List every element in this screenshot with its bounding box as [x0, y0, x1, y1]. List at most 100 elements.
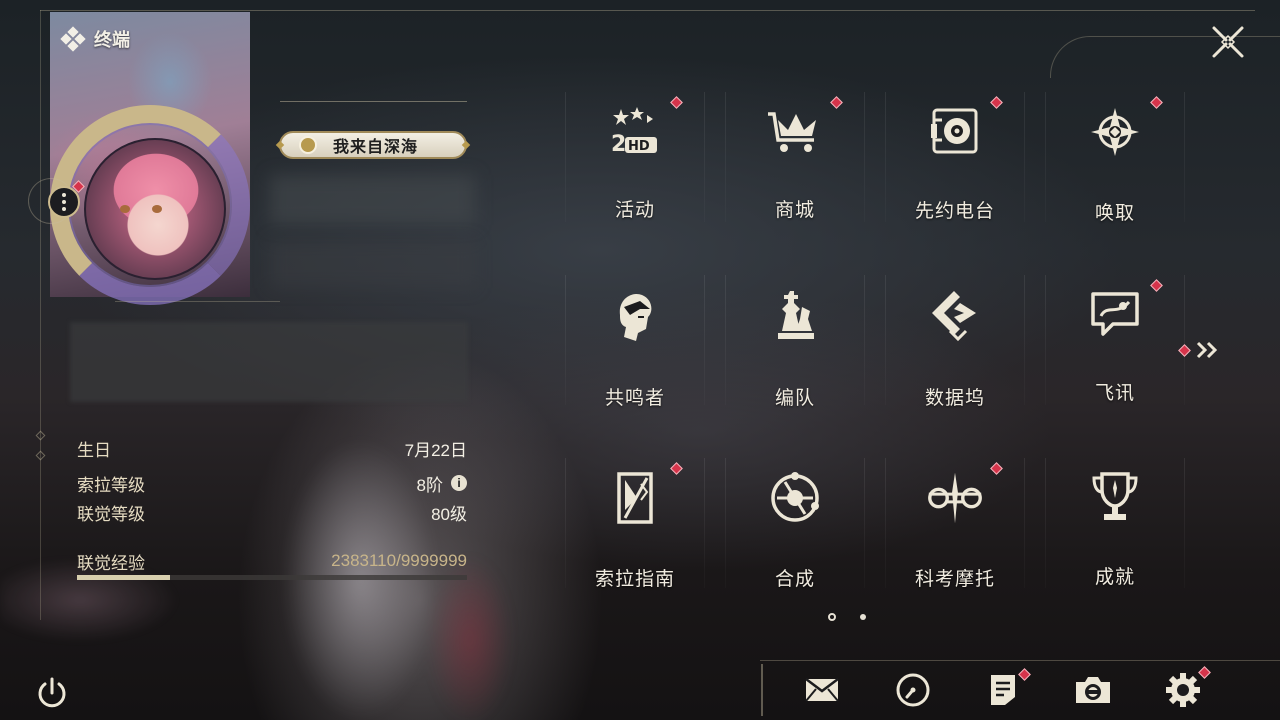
- next-page-button[interactable]: [1178, 338, 1224, 362]
- menu-item-label: 唤取: [1094, 203, 1135, 224]
- signature-blurred[interactable]: [70, 322, 468, 402]
- menu-cell-guide: [1045, 458, 1046, 588]
- close-icon: [1212, 26, 1244, 58]
- bottom-bar-divider: [761, 664, 763, 716]
- menu-item-event-2hd[interactable]: 2 HD 活动: [565, 92, 705, 222]
- menu-item-chat-bubble[interactable]: 飞讯: [1045, 275, 1185, 405]
- menu-item-badge-dot: [1150, 279, 1163, 292]
- menu-cell-guide: [864, 458, 865, 588]
- info-value: 7月22日: [404, 440, 467, 460]
- menu-item-synthesis-orb[interactable]: 合成: [725, 458, 865, 590]
- menu-cell-guide: [704, 275, 705, 405]
- menu-item-label: 编队: [774, 388, 815, 409]
- info-sola-level-row: 索拉等级 8阶 i: [77, 471, 467, 495]
- info-birthday-row: 生日 7月22日: [77, 436, 467, 460]
- menu-item-motorbike[interactable]: 科考摩托: [885, 458, 1025, 590]
- title-divider: [280, 101, 467, 102]
- menu-cell-guide: [704, 458, 705, 588]
- data-dock-icon: [923, 287, 987, 345]
- menu-item-character-head[interactable]: 共鸣者: [565, 275, 705, 409]
- menu-cell-guide: [885, 275, 886, 405]
- menu-item-badge-dot: [830, 96, 843, 109]
- power-button[interactable]: [32, 673, 72, 713]
- menu-item-label: 索拉指南: [594, 569, 675, 590]
- guide-book-icon: [603, 470, 667, 526]
- synthesis-orb-icon: [763, 470, 827, 526]
- history-button[interactable]: [892, 670, 934, 710]
- clock-icon: [896, 673, 930, 707]
- chess-pieces-icon: [763, 287, 827, 345]
- menu-item-data-dock[interactable]: 数据坞: [885, 275, 1025, 409]
- profile-more-button[interactable]: [48, 186, 80, 218]
- menu-item-compass-star[interactable]: 唤取: [1045, 92, 1185, 224]
- exp-progress-bar: [77, 575, 467, 580]
- menu-item-label: 科考摩托: [914, 569, 995, 590]
- chat-bubble-icon: [1083, 287, 1147, 340]
- info-key: 联觉等级: [77, 504, 145, 524]
- page-dot[interactable]: [860, 614, 866, 620]
- menu-cell-guide: [725, 458, 726, 588]
- avatar-face-detail: [120, 205, 180, 215]
- menu-cell-guide: [1024, 92, 1025, 222]
- menu-item-crown-cart[interactable]: 商城: [725, 92, 865, 222]
- menu-cell-guide: [1184, 458, 1185, 588]
- info-value: 2383110/9999999: [331, 551, 467, 570]
- title-emblem-icon: [299, 136, 317, 154]
- notice-button[interactable]: [982, 668, 1031, 710]
- info-value: 80级: [431, 504, 467, 524]
- radio-turntable-icon: [923, 104, 987, 158]
- menu-item-label: 先约电台: [914, 201, 995, 222]
- menu-cell-guide: [565, 92, 566, 222]
- frame-left-mark: [35, 430, 46, 441]
- menu-cell-guide: [885, 92, 886, 222]
- camera-button[interactable]: [1072, 670, 1114, 710]
- menu-item-badge-dot: [990, 462, 1003, 475]
- menu-cell-guide: [1024, 275, 1025, 405]
- menu-item-badge-dot: [990, 96, 1003, 109]
- info-value: 8阶: [416, 475, 443, 495]
- motorbike-icon: [923, 470, 987, 526]
- menu-item-label: 成就: [1094, 567, 1135, 588]
- info-key: 索拉等级: [77, 475, 145, 495]
- menu-item-label: 合成: [774, 569, 815, 590]
- svg-text:HD: HD: [628, 139, 650, 154]
- menu-item-trophy[interactable]: 成就: [1045, 458, 1185, 588]
- terminal-diamond-icon: [60, 26, 86, 52]
- menu-item-label: 活动: [614, 200, 655, 221]
- page-dot-active[interactable]: [828, 613, 836, 621]
- svg-text:2: 2: [611, 132, 626, 157]
- menu-item-chess-pieces[interactable]: 编队: [725, 275, 865, 409]
- info-key: 生日: [77, 440, 111, 460]
- power-icon: [38, 677, 66, 708]
- mail-icon: [805, 678, 839, 702]
- info-value-wrap: 8阶 i: [417, 471, 467, 496]
- bottom-bar-line: [760, 660, 1280, 661]
- character-head-icon: [603, 287, 667, 345]
- menu-cell-guide: [565, 458, 566, 588]
- notice-icon: [991, 675, 1015, 705]
- camera-icon: [1076, 677, 1110, 703]
- profile-separator: [115, 301, 280, 302]
- menu-item-label: 共鸣者: [604, 388, 665, 409]
- title-badge[interactable]: 我来自深海: [275, 131, 471, 159]
- info-key: 联觉经验: [77, 553, 145, 573]
- menu-item-guide-book[interactable]: 索拉指南: [565, 458, 705, 590]
- menu-cell-guide: [1045, 275, 1046, 405]
- mail-button[interactable]: [801, 670, 843, 710]
- page-indicator: [828, 612, 868, 622]
- trophy-icon: [1083, 470, 1147, 524]
- menu-cell-guide: [885, 458, 886, 588]
- info-icon[interactable]: i: [451, 475, 467, 491]
- menu-item-radio-turntable[interactable]: 先约电台: [885, 92, 1025, 222]
- menu-item-badge-dot: [670, 96, 683, 109]
- uid-blurred: [270, 240, 475, 288]
- menu-cell-guide: [864, 92, 865, 222]
- info-union-level-row: 联觉等级 80级: [77, 500, 467, 524]
- settings-button[interactable]: [1162, 666, 1211, 710]
- close-button[interactable]: [1208, 22, 1248, 62]
- menu-cell-guide: [1045, 92, 1046, 222]
- menu-cell-guide: [1184, 92, 1185, 222]
- menu-cell-guide: [704, 92, 705, 222]
- nickname-blurred: [270, 175, 475, 225]
- menu-cell-guide: [864, 275, 865, 405]
